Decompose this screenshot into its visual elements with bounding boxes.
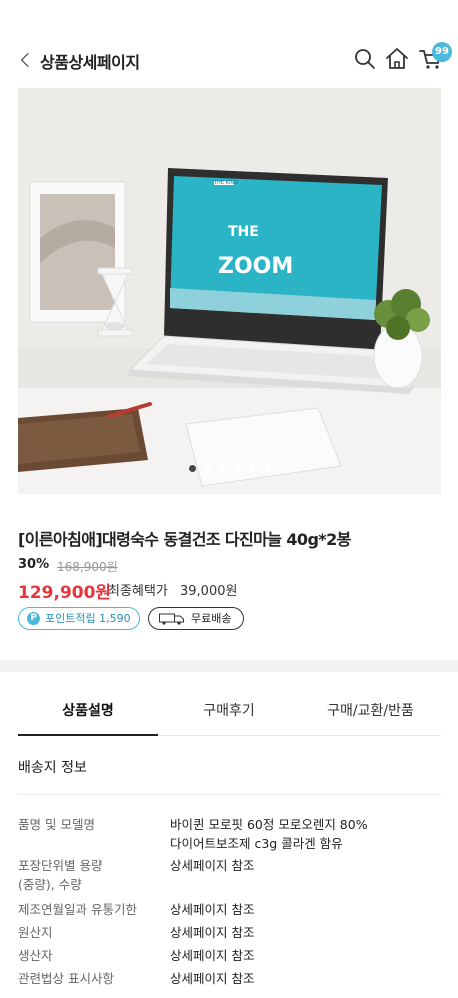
cart-count-badge: 99 [432, 42, 452, 62]
free-shipping-badge: 무료배송 [148, 607, 244, 630]
info-value: 바이퀸 모로핏 60정 모로오렌지 80% [170, 817, 368, 832]
carousel-dot[interactable] [188, 465, 196, 472]
sale-price: 129,900원 [18, 583, 112, 603]
search-icon[interactable] [352, 46, 378, 72]
home-icon[interactable] [384, 46, 410, 72]
product-photo: THE KIND THE ZOOM [18, 88, 441, 494]
info-value: 상세페이지 참조 [170, 858, 255, 873]
info-label: 품명 및 모델명 [18, 817, 95, 832]
divider [18, 794, 441, 795]
section-divider [0, 660, 458, 672]
tab-product-description[interactable]: 상품설명 [18, 690, 158, 736]
product-image-carousel[interactable]: THE KIND THE ZOOM [18, 88, 441, 494]
carousel-dot[interactable] [233, 465, 241, 472]
info-label: 제조연월일과 유통기한 [18, 902, 137, 917]
info-value: 상세페이지 참조 [170, 971, 255, 986]
app-header: 상품상세페이지 99 [0, 40, 458, 80]
tab-exchange-return[interactable]: 구매/교환/반품 [300, 690, 441, 736]
info-label: 생산자 [18, 948, 53, 963]
page-title: 상품상세페이지 [40, 53, 140, 72]
final-benefit-label: 최종혜택가 [108, 584, 168, 599]
carousel-dot[interactable] [263, 465, 271, 472]
original-price: 168,900원 [57, 560, 118, 574]
discount-rate: 30% [18, 557, 50, 572]
info-label: (중량), 수량 [18, 877, 82, 892]
free-shipping-label: 무료배송 [191, 612, 232, 625]
product-name: [이른아침애]대령숙수 동결건조 다진마늘 40g*2봉 [18, 530, 351, 549]
info-label: 관련법상 표시사항 [18, 971, 114, 986]
carousel-dot[interactable] [203, 465, 211, 472]
info-label: 원산지 [18, 925, 53, 940]
info-value: 다이어트보조제 c3g 콜라겐 함유 [170, 836, 343, 851]
shipping-info-title: 배송지 정보 [18, 760, 87, 776]
carousel-dot[interactable] [218, 465, 226, 472]
info-value: 상세페이지 참조 [170, 902, 255, 917]
truck-icon [159, 613, 184, 625]
screen-title-1: THE [228, 224, 259, 240]
tab-reviews[interactable]: 구매후기 [158, 690, 300, 736]
point-badge: P 포인트적립 1,590 [18, 607, 140, 630]
info-value: 상세페이지 참조 [170, 925, 255, 940]
info-value: 상세페이지 참조 [170, 948, 255, 963]
point-icon: P [27, 612, 40, 625]
carousel-dot[interactable] [248, 465, 256, 472]
back-icon[interactable] [18, 50, 38, 70]
info-label: 포장단위별 용량 [18, 858, 103, 873]
final-benefit-price: 39,000원 [180, 584, 238, 599]
carousel-dots [18, 465, 441, 472]
screen-brand: THE KIND [213, 180, 238, 186]
point-badge-label: 포인트적립 1,590 [45, 612, 131, 625]
detail-tabs: 상품설명 구매후기 구매/교환/반품 [18, 690, 441, 736]
screen-title-2: ZOOM [218, 254, 293, 279]
